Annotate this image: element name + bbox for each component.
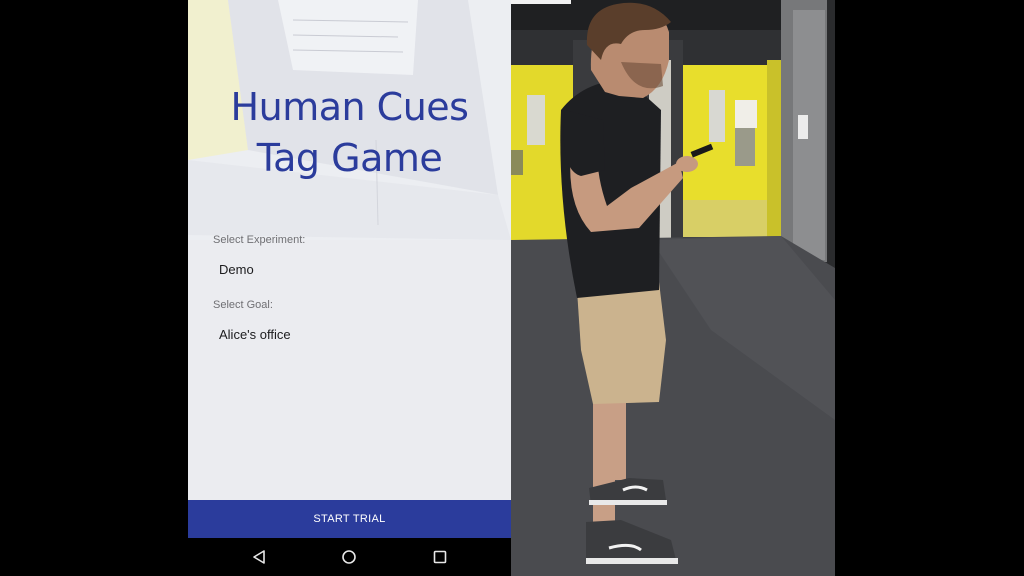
start-trial-button[interactable]: START TRIAL	[188, 500, 511, 538]
app-title-line-2: Tag Game	[256, 136, 443, 180]
app-title-line-1: Human Cues	[230, 85, 469, 129]
select-experiment-label: Select Experiment:	[213, 234, 306, 246]
home-circle-icon[interactable]	[340, 548, 358, 566]
experiment-select[interactable]: Demo	[219, 255, 479, 285]
recent-apps-square-icon[interactable]	[431, 548, 449, 566]
phone-screen: Human Cues Tag Game Select Experiment: D…	[188, 0, 511, 576]
camera-video-view	[511, 0, 835, 576]
back-triangle-icon[interactable]	[251, 548, 269, 566]
android-navigation-bar	[188, 538, 511, 576]
select-goal-label: Select Goal:	[213, 299, 273, 311]
goal-select[interactable]: Alice's office	[219, 320, 479, 350]
background-photo-overlay	[188, 0, 511, 500]
app-title: Human Cues Tag Game	[188, 82, 511, 184]
